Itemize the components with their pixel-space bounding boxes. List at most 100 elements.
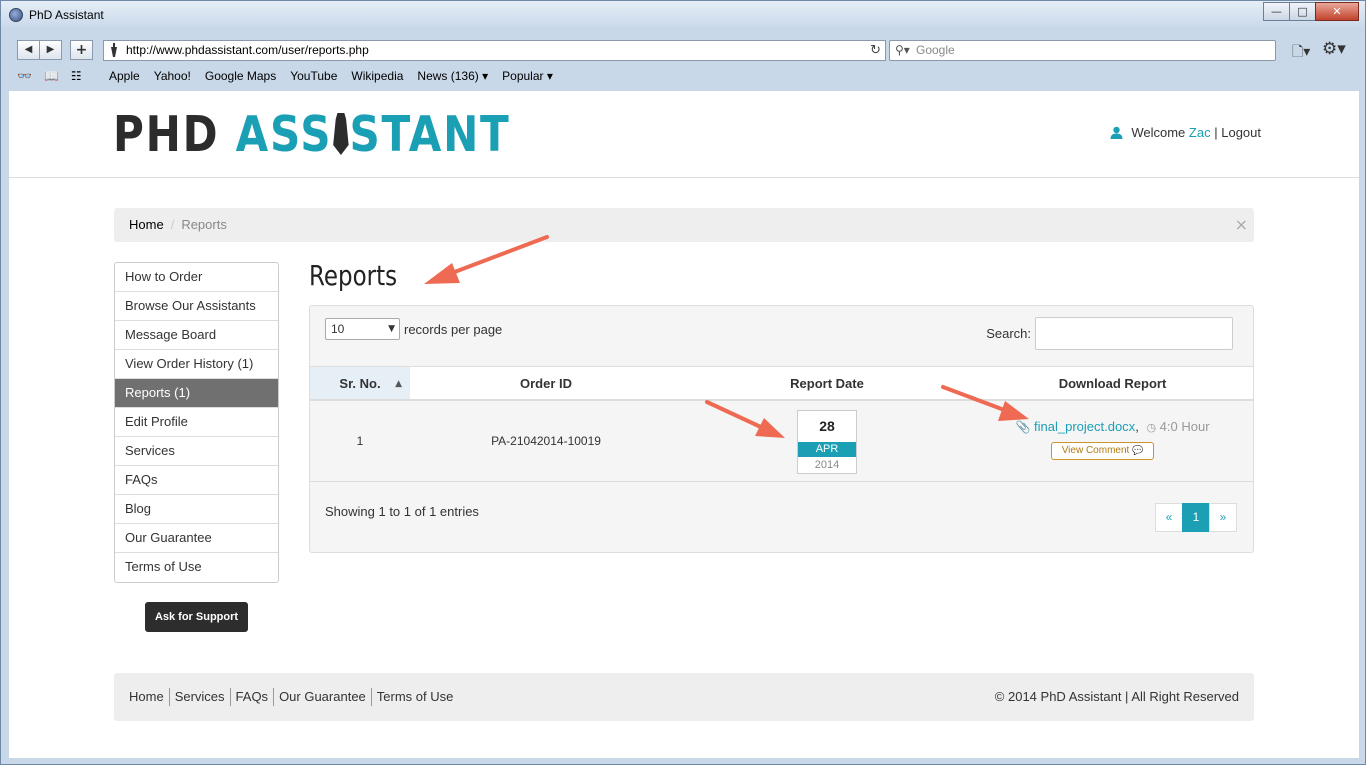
reader-glasses-icon[interactable]: 👓: [17, 69, 32, 83]
footer-links: Home Services FAQs Our Guarantee Terms o…: [129, 673, 458, 706]
maximize-button[interactable]: □: [1289, 2, 1316, 21]
sort-asc-icon: ▲: [395, 379, 402, 389]
chevron-down-icon: ▼: [388, 324, 395, 334]
window-controls: — □ ✕: [1263, 2, 1359, 21]
clock-icon: ◷: [1146, 421, 1157, 434]
browser-toolbar: ◀ ▶ + http://www.phdassistant.com/user/r…: [9, 37, 1359, 65]
breadcrumb: Home / Reports ×: [114, 208, 1254, 242]
bookmark-wikipedia[interactable]: Wikipedia: [351, 69, 403, 83]
table-row: 1 PA-21042014-10019 28 APR 2014 📎 final_…: [310, 401, 1253, 482]
close-window-button[interactable]: ✕: [1315, 2, 1359, 21]
duration-text: 4:0 Hour: [1159, 419, 1210, 434]
sidebar-item-reports[interactable]: Reports (1): [115, 379, 278, 408]
logout-link[interactable]: Logout: [1221, 125, 1261, 140]
footer-copyright: © 2014 PhD Assistant | All Right Reserve…: [994, 689, 1239, 704]
records-per-page-select[interactable]: 10 ▼: [325, 318, 400, 340]
sidebar-item-blog[interactable]: Blog: [115, 495, 278, 524]
sidebar-item-guarantee[interactable]: Our Guarantee: [115, 524, 278, 553]
table-search-input[interactable]: [1035, 317, 1233, 350]
bookmark-apple[interactable]: Apple: [109, 69, 140, 83]
download-info: 📎 final_project.docx, ◷ 4:0 Hour: [972, 419, 1253, 434]
footer-link-services[interactable]: Services: [168, 688, 230, 706]
sidebar-item-message-board[interactable]: Message Board: [115, 321, 278, 350]
sidebar-item-order-history[interactable]: View Order History (1): [115, 350, 278, 379]
breadcrumb-home[interactable]: Home: [129, 217, 164, 232]
grid-icon[interactable]: ☷: [71, 69, 82, 83]
duration-block: ◷ 4:0 Hour: [1146, 419, 1209, 434]
table-search-label: Search:: [986, 326, 1031, 341]
date-month: APR: [798, 442, 856, 457]
date-year: 2014: [814, 459, 840, 471]
site-header: PHD ASS STANT Welcome Zac | Logout: [9, 91, 1359, 178]
sidebar-item-services[interactable]: Services: [115, 437, 278, 466]
paperclip-icon: 📎: [1015, 420, 1031, 434]
minimize-button[interactable]: —: [1263, 2, 1290, 21]
report-file-link[interactable]: final_project.docx: [1034, 419, 1135, 434]
ask-support-button[interactable]: Ask for Support: [145, 602, 248, 632]
footer-link-guarantee[interactable]: Our Guarantee: [273, 688, 371, 706]
browser-window: PhD Assistant — □ ✕ ◀ ▶ + http://www.phd…: [0, 0, 1366, 765]
welcome-label: Welcome: [1131, 125, 1186, 140]
column-header-download-report[interactable]: Download Report: [972, 367, 1253, 399]
bookmark-yahoo[interactable]: Yahoo!: [154, 69, 191, 83]
new-tab-button[interactable]: +: [70, 40, 93, 60]
nav-buttons: ◀ ▶ +: [17, 40, 93, 60]
bookmark-news[interactable]: News (136) ▾: [417, 69, 488, 83]
book-icon[interactable]: 📖: [44, 69, 59, 83]
breadcrumb-separator: /: [170, 217, 175, 232]
column-header-sr-no-label: Sr. No.: [339, 376, 381, 391]
pagination-prev[interactable]: «: [1155, 503, 1183, 532]
welcome-block: Welcome Zac | Logout: [1110, 125, 1261, 140]
site-footer: Home Services FAQs Our Guarantee Terms o…: [114, 673, 1254, 721]
page-menu-icon[interactable]: 🗋▾: [1292, 41, 1310, 65]
sidebar-item-how-to-order[interactable]: How to Order: [115, 263, 278, 292]
close-icon[interactable]: ×: [1235, 208, 1248, 242]
bookmark-youtube[interactable]: YouTube: [290, 69, 337, 83]
search-icon[interactable]: ⚲▾: [895, 41, 910, 60]
pagination-page-1[interactable]: 1: [1182, 503, 1210, 532]
logo-text-phd: PHD: [113, 106, 236, 163]
address-bar[interactable]: http://www.phdassistant.com/user/reports…: [103, 40, 886, 61]
gear-icon[interactable]: ⚙▾: [1322, 39, 1346, 59]
back-button[interactable]: ◀: [17, 40, 40, 60]
records-per-page-control: 10 ▼ records per page: [325, 318, 502, 340]
bookmark-google-maps[interactable]: Google Maps: [205, 69, 276, 83]
bookmarks-bar: 👓 📖 ☷ Apple Yahoo! Google Maps YouTube W…: [9, 66, 1359, 88]
footer-link-home[interactable]: Home: [129, 688, 169, 706]
user-icon: [1110, 126, 1123, 139]
footer-link-faqs[interactable]: FAQs: [229, 688, 274, 706]
column-header-report-date[interactable]: Report Date: [682, 367, 972, 399]
forward-button[interactable]: ▶: [39, 40, 62, 60]
logo-text-stant: STANT: [349, 106, 511, 163]
view-comment-button[interactable]: View Comment 💬: [1051, 442, 1154, 460]
username-link[interactable]: Zac: [1189, 125, 1211, 140]
reports-table-panel: 10 ▼ records per page Search: Sr. No. ▲ O…: [309, 305, 1254, 553]
site-info-icon[interactable]: [110, 43, 118, 64]
column-header-order-id[interactable]: Order ID: [410, 367, 682, 399]
site-logo[interactable]: PHD ASS STANT: [113, 109, 511, 161]
cell-report-date: 28 APR 2014: [682, 401, 972, 481]
reload-icon[interactable]: ↻: [870, 41, 881, 60]
date-badge: 28 APR 2014: [797, 410, 857, 474]
address-url: http://www.phdassistant.com/user/reports…: [126, 43, 369, 57]
sidebar-item-terms[interactable]: Terms of Use: [115, 553, 278, 582]
footer-link-terms[interactable]: Terms of Use: [370, 688, 459, 706]
browser-app-icon: [9, 8, 23, 22]
pagination-next[interactable]: »: [1209, 503, 1237, 532]
view-comment-label: View Comment: [1061, 445, 1130, 456]
logo-text-ass: ASS: [235, 106, 333, 163]
cell-sr-no: 1: [356, 434, 364, 448]
table-info: Showing 1 to 1 of 1 entries: [325, 504, 479, 519]
search-bar[interactable]: ⚲▾ Google: [889, 40, 1276, 61]
table-search-control: Search:: [986, 317, 1233, 350]
column-header-sr-no[interactable]: Sr. No. ▲: [310, 367, 410, 399]
sidebar-item-faqs[interactable]: FAQs: [115, 466, 278, 495]
cell-download-report: 📎 final_project.docx, ◷ 4:0 Hour View Co…: [972, 401, 1253, 481]
window-title: PhD Assistant: [29, 8, 104, 22]
file-comma: ,: [1135, 419, 1139, 434]
sidebar-item-edit-profile[interactable]: Edit Profile: [115, 408, 278, 437]
records-per-page-label: records per page: [404, 321, 503, 337]
bookmark-popular[interactable]: Popular ▾: [502, 69, 553, 83]
sidebar-item-browse-assistants[interactable]: Browse Our Assistants: [115, 292, 278, 321]
pagination: « 1 »: [1155, 503, 1237, 532]
